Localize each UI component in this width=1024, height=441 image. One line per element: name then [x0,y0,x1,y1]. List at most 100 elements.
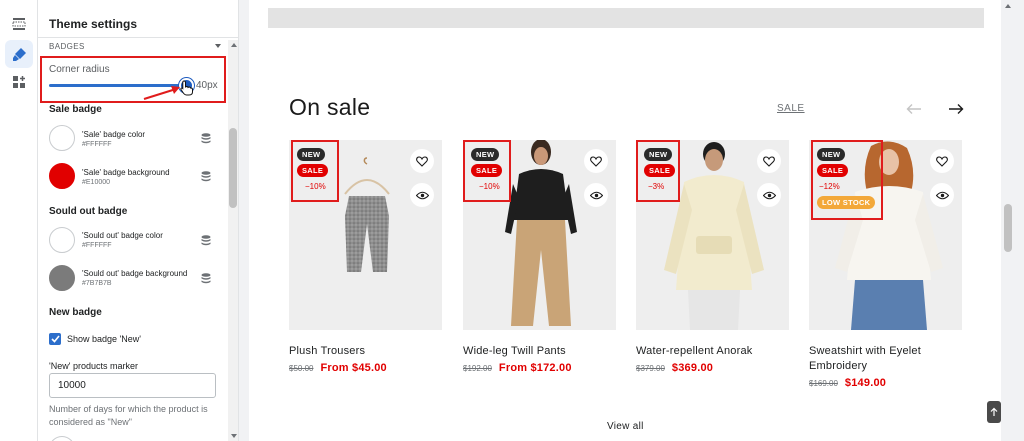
sold-out-badge-background-swatch[interactable] [49,265,75,291]
section-heading: On sale [289,94,371,120]
product-title[interactable]: Water-repellent Anorak [636,344,789,359]
next-color-swatch[interactable] [49,436,75,441]
sale-badge-color-label: 'Sale' badge color [82,130,146,139]
badges-section-toggle[interactable]: BADGES [49,42,221,51]
wishlist-button[interactable] [930,149,954,173]
compare-price: $50.00 [289,364,314,373]
arrow-right-icon[interactable] [948,103,964,115]
quick-view-button[interactable] [584,183,608,207]
scrollbar-thumb[interactable] [229,128,237,208]
product-title[interactable]: Plush Trousers [289,344,442,359]
sale-badge-background-swatch[interactable] [49,163,75,189]
divider [38,37,238,38]
sale-badge-color-hex: #FFFFFF [82,141,112,148]
annotation-arrow-icon [143,86,180,100]
heart-icon [763,155,775,167]
page-scrollbar[interactable] [1001,0,1024,441]
compare-price: $169.00 [809,379,838,388]
discount-label: −3% [648,182,665,191]
sale-badge-color-swatch[interactable] [49,125,75,151]
price-row: $379.00 $369.00 [636,362,789,374]
wishlist-button[interactable] [757,149,781,173]
eye-icon [762,191,776,199]
price-row: $192.00 From $172.00 [463,362,616,374]
wishlist-button[interactable] [584,149,608,173]
eye-icon [415,191,429,199]
product-card[interactable]: NEW SALE −12% LOW STOCK Sweatshirt with … [809,140,962,389]
sale-badge-heading: Sale badge [49,104,102,115]
product-title[interactable]: Sweatshirt with Eyelet Embroidery [809,344,939,374]
sold-out-badge-bg-hex: #7B7B7B [82,280,112,287]
corner-radius-label: Corner radius [49,64,110,75]
placeholder-banner [268,8,984,28]
new-badge: NEW [297,148,326,161]
low-stock-badge: LOW STOCK [817,196,876,209]
sale-price: From $172.00 [498,362,572,374]
sale-badge-bg-label: 'Sale' badge background [82,168,170,177]
new-badge-heading: New badge [49,307,102,318]
show-new-badge-checkbox[interactable] [49,333,61,345]
compare-price: $192.00 [463,364,492,373]
checkmark-icon [50,335,60,343]
discount-label: −10% [479,182,500,191]
eye-icon [935,191,949,199]
product-image[interactable]: NEW SALE −3% [636,140,789,330]
wishlist-button[interactable] [410,149,434,173]
sale-badge: SALE [817,164,849,177]
product-card[interactable]: NEW SALE −10% Plush Trousers $50.00 From… [289,140,442,374]
quick-view-button[interactable] [757,183,781,207]
sale-badge-bg-hex: #E10000 [82,179,111,186]
heart-icon [416,155,428,167]
product-image[interactable]: NEW SALE −12% LOW STOCK [809,140,962,330]
arrow-left-icon[interactable] [906,103,922,115]
discount-label: −12% [819,182,840,191]
arrow-up-icon [990,407,998,416]
database-icon[interactable] [201,273,211,284]
back-to-top-button[interactable] [987,401,1001,423]
sale-badge: SALE [297,164,329,177]
scroll-down-icon[interactable] [231,434,237,438]
scroll-up-icon[interactable] [231,43,237,47]
product-card[interactable]: NEW SALE −3% Water-repellent Anorak $379… [636,140,789,374]
compare-price: $379.00 [636,364,665,373]
new-marker-input[interactable] [49,373,216,398]
sold-out-badge-bg-label: 'Sould out' badge background [82,269,188,278]
sale-link[interactable]: SALE [777,103,805,114]
show-new-badge-label[interactable]: Show badge 'New' [67,334,141,344]
sale-price: From $45.00 [320,362,387,374]
sale-price: $149.00 [844,377,887,389]
scroll-up-icon[interactable] [1005,4,1011,8]
view-all-link[interactable]: View all [607,421,644,432]
price-row: $50.00 From $45.00 [289,362,442,374]
sold-out-badge-color-label: 'Sould out' badge color [82,231,163,240]
hand-cursor-icon [180,80,193,96]
price-row: $169.00 $149.00 [809,377,962,389]
brush-icon[interactable] [5,40,33,68]
product-card[interactable]: NEW SALE −10% Wide-leg Twill Pants $192.… [463,140,616,374]
panel-scrollbar[interactable] [228,40,238,441]
sale-badge: SALE [644,164,676,177]
quick-view-button[interactable] [930,183,954,207]
sale-price: $369.00 [671,362,714,374]
sections-icon[interactable] [5,10,33,38]
product-image[interactable]: NEW SALE −10% [463,140,616,330]
database-icon[interactable] [201,235,211,246]
icon-rail [0,0,38,441]
sold-out-badge-color-swatch[interactable] [49,227,75,253]
product-image[interactable]: NEW SALE −10% [289,140,442,330]
quick-view-button[interactable] [410,183,434,207]
sold-out-badge-color-hex: #FFFFFF [82,242,112,249]
heart-icon [590,155,602,167]
database-icon[interactable] [201,133,211,144]
heart-icon [936,155,948,167]
panel-title: Theme settings [49,17,138,31]
product-title[interactable]: Wide-leg Twill Pants [463,344,616,359]
corner-radius-value: 40px [196,80,218,91]
scrollbar-thumb[interactable] [1004,204,1012,252]
database-icon[interactable] [201,171,211,182]
new-badge: NEW [644,148,673,161]
section-label: BADGES [49,42,85,51]
apps-icon[interactable] [5,68,33,96]
product-photo [344,157,390,272]
new-badge: NEW [471,148,500,161]
